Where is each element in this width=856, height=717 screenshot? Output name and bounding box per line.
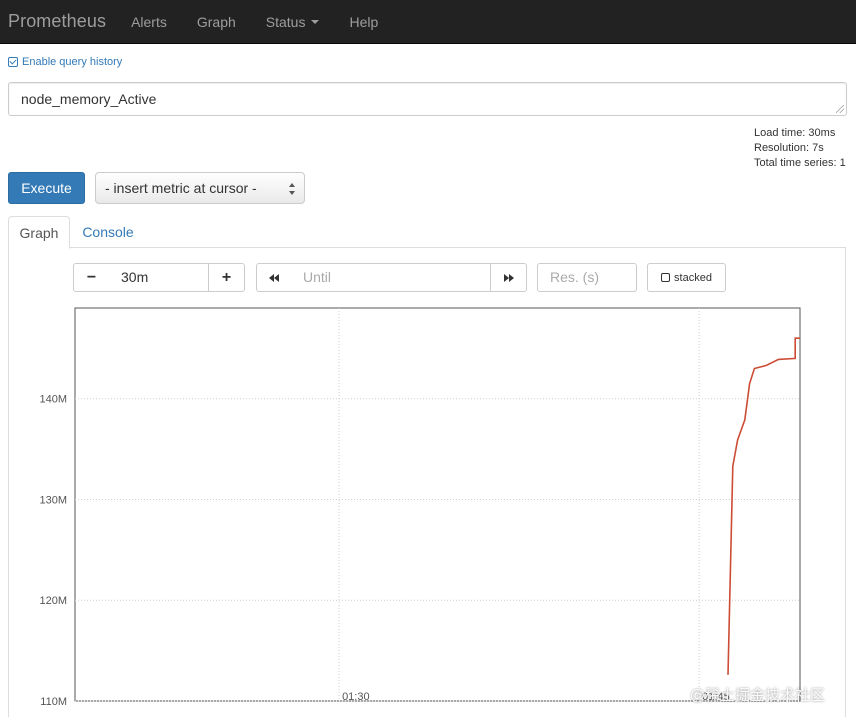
graph-chart: 110M120M130M140M01:30 01:45 bbox=[39, 307, 801, 708]
y-tick-label: 120M bbox=[39, 595, 67, 607]
y-tick-label: 110M bbox=[40, 696, 67, 708]
plot-border bbox=[74, 307, 801, 702]
watermark-logo: @稀土掘金技术社区 bbox=[690, 686, 826, 704]
y-tick-label: 130M bbox=[39, 494, 67, 506]
series-line bbox=[727, 337, 800, 675]
y-tick-label: 140M bbox=[39, 394, 67, 406]
x-tick-label: 01:30 bbox=[342, 691, 370, 703]
